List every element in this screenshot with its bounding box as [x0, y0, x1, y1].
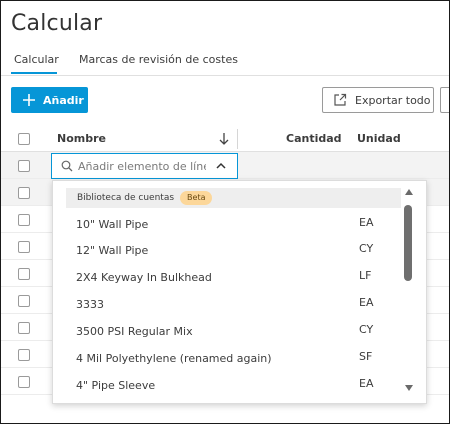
row-checkbox[interactable]	[18, 349, 30, 361]
row-checkbox[interactable]	[18, 268, 30, 280]
line-item-dropdown: Biblioteca de cuentas Beta 10" Wall Pipe…	[52, 180, 427, 404]
row-checkbox[interactable]	[18, 295, 30, 307]
app-window: Calcular Calcular Marcas de revisión de …	[0, 0, 450, 424]
scroll-down-arrow-icon[interactable]	[405, 385, 413, 391]
row-checkbox[interactable]	[18, 214, 30, 226]
column-resize-handle[interactable]	[237, 129, 238, 149]
dropdown-option[interactable]: 4" Pipe Sleeve EA	[53, 373, 403, 399]
row-checkbox[interactable]	[18, 322, 30, 334]
dropdown-scrollbar[interactable]	[401, 187, 415, 399]
export-icon	[333, 93, 347, 107]
row-checkbox[interactable]	[18, 241, 30, 253]
option-unit: EA	[359, 216, 374, 229]
option-name: 12" Wall Pipe	[76, 244, 149, 257]
tab-bar: Calcular Marcas de revisión de costes	[1, 53, 449, 75]
dropdown-option[interactable]: 12" Wall Pipe CY	[53, 238, 403, 264]
dropdown-group-header: Biblioteca de cuentas Beta	[66, 188, 401, 208]
option-unit: LF	[359, 269, 372, 282]
table-header: Nombre Cantidad Unidad	[1, 125, 449, 152]
option-name: 4" Pipe Sleeve	[76, 379, 156, 392]
tab-marcas-revision[interactable]: Marcas de revisión de costes	[79, 53, 238, 66]
export-all-label: Exportar todo	[355, 93, 431, 107]
option-name: 10" Wall Pipe	[76, 218, 149, 231]
arrow-down-icon[interactable]	[218, 131, 230, 145]
dropdown-option[interactable]: 10" Wall Pipe EA	[53, 212, 403, 238]
export-all-button[interactable]: Exportar todo	[322, 87, 434, 113]
tab-calcular[interactable]: Calcular	[14, 53, 59, 66]
option-unit: EA	[359, 377, 374, 390]
row-checkbox[interactable]	[18, 160, 30, 172]
row-checkbox[interactable]	[18, 187, 30, 199]
option-name: 3500 PSI Regular Mix	[76, 325, 193, 338]
add-line-item-combobox[interactable]	[51, 153, 238, 179]
page-title: Calcular	[11, 11, 103, 36]
option-unit: SF	[359, 350, 373, 363]
plus-icon	[21, 94, 37, 106]
dropdown-option[interactable]: 3500 PSI Regular Mix CY	[53, 319, 403, 345]
chevron-up-icon[interactable]	[215, 160, 227, 172]
option-name: 2X4 Keyway In Bulkhead	[76, 271, 212, 284]
dropdown-option[interactable]: 3333 EA	[53, 292, 403, 318]
dropdown-option[interactable]: 4 Mil Polyethylene (renamed again) SF	[53, 346, 403, 372]
search-icon	[61, 160, 73, 172]
scroll-up-arrow-icon[interactable]	[405, 189, 413, 195]
more-options-button[interactable]	[440, 87, 449, 113]
option-unit: CY	[359, 242, 374, 255]
column-header-quantity[interactable]: Cantidad	[286, 132, 342, 145]
scrollbar-thumb[interactable]	[404, 205, 412, 281]
option-unit: CY	[359, 323, 374, 336]
active-tab-indicator	[11, 72, 57, 74]
column-header-name[interactable]: Nombre	[57, 132, 106, 145]
add-button[interactable]: Añadir	[11, 87, 88, 113]
option-name: 4 Mil Polyethylene (renamed again)	[76, 352, 272, 365]
beta-badge: Beta	[180, 191, 213, 205]
option-unit: EA	[359, 296, 374, 309]
add-line-item-input[interactable]	[78, 159, 206, 173]
group-header-label: Biblioteca de cuentas	[77, 193, 175, 203]
row-checkbox[interactable]	[18, 376, 30, 388]
select-all-checkbox[interactable]	[18, 133, 30, 145]
column-header-unit[interactable]: Unidad	[357, 132, 401, 145]
option-name: 3333	[76, 298, 104, 311]
add-button-label: Añadir	[43, 93, 84, 107]
tabs-divider	[1, 75, 449, 76]
dropdown-option[interactable]: 2X4 Keyway In Bulkhead LF	[53, 265, 403, 291]
